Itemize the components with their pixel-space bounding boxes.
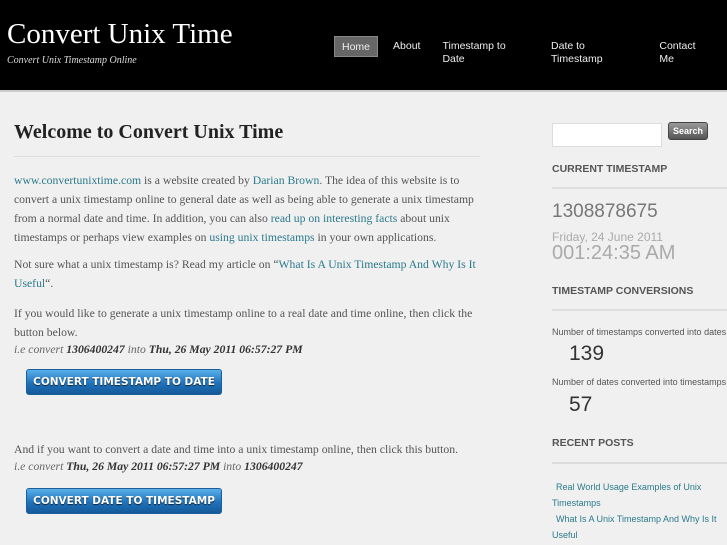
text: i.e convert — [14, 460, 67, 473]
text: is a website created by — [141, 174, 253, 187]
search-button[interactable]: Search — [668, 122, 708, 140]
main-nav: Home About Timestamp to Date Date to Tim… — [334, 36, 727, 65]
example-date: Thu, 26 May 2011 06:57:27 PM — [66, 460, 221, 473]
text: into — [220, 460, 245, 473]
example-timestamp: 1306400247 — [244, 460, 303, 473]
site-tagline: Convert Unix Timestamp Online — [7, 55, 137, 66]
text: “. — [45, 277, 54, 290]
nav-date-to-timestamp[interactable]: Date to Timestamp — [544, 36, 644, 65]
current-timestamp: 1308878675 — [552, 201, 658, 222]
facts-link[interactable]: read up on interesting facts — [271, 212, 398, 225]
convert-date-to-timestamp-button[interactable]: CONVERT DATE TO TIMESTAMP — [26, 488, 222, 514]
divider — [552, 309, 727, 311]
current-time: 001:24:35 AM — [552, 242, 676, 264]
site-link[interactable]: www.convertunixtime.com — [14, 174, 141, 187]
recent-post-link[interactable]: What Is A Unix Timestamp And Why Is It U… — [552, 511, 722, 543]
recent-posts-heading: RECENT POSTS — [552, 437, 634, 449]
page-title: Welcome to Convert Unix Time — [14, 121, 284, 143]
convert-timestamp-to-date-button[interactable]: CONVERT TIMESTAMP TO DATE — [26, 369, 222, 395]
text: in your own applications. — [314, 231, 437, 244]
recent-posts-list: Real World Usage Examples of Unix Timest… — [552, 479, 722, 543]
intro-paragraph: www.convertunixtime.com is a website cre… — [14, 171, 484, 247]
nav-home[interactable]: Home — [334, 36, 379, 57]
text: into — [124, 343, 149, 356]
generate-paragraph: If you would like to generate a unix tim… — [14, 307, 473, 339]
divider — [552, 462, 727, 464]
conversions-to-timestamps-label: Number of dates converted into timestamp… — [552, 377, 727, 387]
recent-post-link[interactable]: Real World Usage Examples of Unix Timest… — [552, 479, 722, 511]
conversions-to-timestamps-count: 57 — [569, 393, 593, 416]
divider — [14, 156, 480, 157]
conversions-to-dates-count: 139 — [569, 342, 605, 365]
nav-timestamp-to-date[interactable]: Timestamp to Date — [435, 36, 536, 65]
author-link[interactable]: Darian Brown — [253, 174, 320, 187]
article-paragraph: Not sure what a unix timestamp is? Read … — [14, 255, 484, 293]
divider — [552, 187, 727, 189]
conversions-heading: TIMESTAMP CONVERSIONS — [552, 285, 694, 297]
site-title[interactable]: Convert Unix Time — [7, 18, 233, 51]
text: Not sure what a unix timestamp is? Read … — [14, 258, 279, 271]
conversions-to-dates-label: Number of timestamps converted into date… — [552, 327, 727, 337]
site-header: Convert Unix Time Convert Unix Timestamp… — [0, 0, 727, 92]
example-2: i.e convert Thu, 26 May 2011 06:57:27 PM… — [14, 457, 484, 476]
search-input[interactable] — [552, 123, 662, 147]
current-timestamp-heading: CURRENT TIMESTAMP — [552, 163, 668, 175]
using-link[interactable]: using unix timestamps — [209, 231, 314, 244]
example-1: i.e convert 1306400247 into Thu, 26 May … — [14, 340, 484, 359]
example-timestamp: 1306400247 — [66, 343, 125, 356]
text: i.e convert — [14, 343, 67, 356]
nav-contact[interactable]: Contact Me — [652, 36, 719, 65]
example-date: Thu, 26 May 2011 06:57:27 PM — [148, 343, 303, 356]
nav-about[interactable]: About — [386, 36, 427, 57]
